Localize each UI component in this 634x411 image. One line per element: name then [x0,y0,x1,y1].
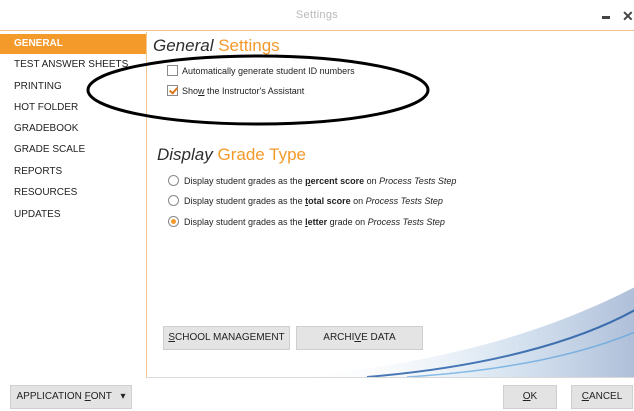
radio-total-score[interactable] [168,195,179,206]
option-pre: Display student grades as the [184,196,306,206]
option-mid: on [364,176,380,186]
school-label-rest: CHOOL MANAGEMENT [175,332,285,343]
grade-type-title-accent: Grade Type [217,145,307,164]
option-italic: Process Tests Step [365,196,443,206]
sidebar-item-updates[interactable]: UPDATES [0,205,146,225]
percent-score-label[interactable]: Display student grades as the percent sc… [184,175,456,187]
radio-letter-grade[interactable] [168,216,179,227]
sidebar-item-general[interactable]: GENERAL [0,34,146,54]
ok-button[interactable]: OK [503,385,557,409]
ellipse-annotation [86,54,430,126]
cancel-access-key: C [581,391,589,402]
archive-label-post: E DATA [361,332,396,343]
school-management-button[interactable]: SCHOOL MANAGEMENT [163,326,290,350]
archive-data-button[interactable]: ARCHIVE DATA [296,326,423,350]
font-post: ONT [90,391,112,402]
school-access-key: S [168,332,176,343]
sidebar-item-resources[interactable]: RESOURCES [0,183,146,203]
ok-access-key: O [522,391,531,402]
settings-window: Settings ✕ GENERAL TEST ANSWER SHEETS PR… [0,0,634,411]
grade-type-title: Display Grade Type [157,145,306,165]
chevron-down-icon: ▾ [120,391,126,402]
grade-type-title-word: Display [157,145,213,164]
font-pre: APPLICATION [16,391,85,402]
archive-label-pre: ARCHI [323,332,355,343]
total-score-label[interactable]: Display student grades as the total scor… [184,195,443,207]
ok-label-rest: K [530,391,538,402]
option-pre: Display student grades as the [184,217,306,227]
option-italic: Process Tests Step [379,176,457,186]
radio-percent-score[interactable] [168,175,179,186]
application-font-button[interactable]: APPLICATION FONT ▾ [10,385,132,409]
sidebar-item-grade-scale[interactable]: GRADE SCALE [0,140,146,160]
close-icon[interactable]: ✕ [622,9,634,23]
option-pre: Display student grades as the [184,176,306,186]
footer-bar: APPLICATION FONT ▾ OK CANCEL [0,378,634,411]
option-bold: etter [307,217,328,227]
cancel-label-rest: ANCEL [588,391,623,402]
option-mid: grade on [327,217,368,227]
option-mid: on [350,196,366,206]
letter-grade-label[interactable]: Display student grades as the letter gra… [184,216,445,228]
sidebar-item-reports[interactable]: REPORTS [0,162,146,182]
window-title: Settings [295,9,339,21]
minimize-icon[interactable] [600,9,612,23]
option-bold: otal score [308,196,351,206]
option-italic: Process Tests Step [367,217,445,227]
cancel-button[interactable]: CANCEL [571,385,633,409]
option-bold: ercent score [310,176,365,186]
title-bar: Settings ✕ [0,0,634,31]
